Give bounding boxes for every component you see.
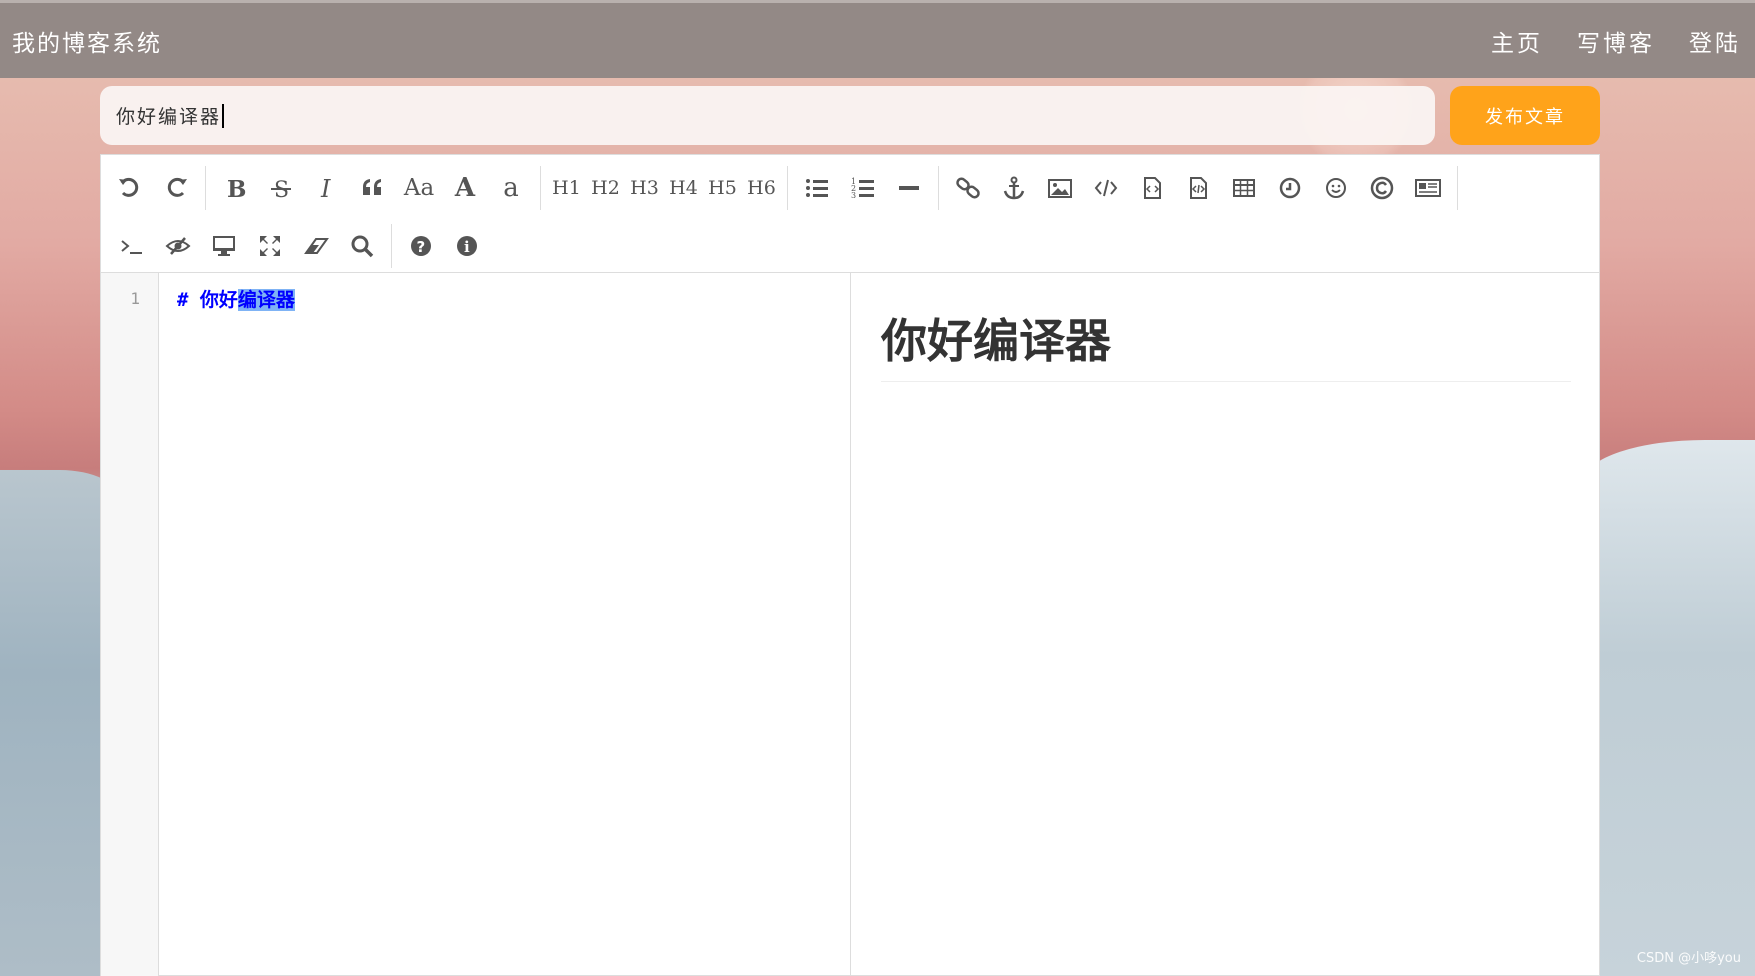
- watch-icon[interactable]: [201, 223, 247, 269]
- h5-label: H5: [708, 177, 737, 199]
- toolbar-separator: [787, 166, 788, 210]
- toolbar-separator: [1457, 166, 1458, 210]
- text-caret: [222, 103, 225, 128]
- font-upper-icon[interactable]: A: [442, 165, 488, 211]
- h4-label: H4: [669, 177, 698, 199]
- horizontal-rule-icon[interactable]: [886, 165, 932, 211]
- h3-label: H3: [630, 177, 659, 199]
- bold-icon[interactable]: B: [212, 165, 258, 211]
- uppercase-label: Aa: [403, 175, 435, 201]
- markdown-preview: 你好编译器: [851, 273, 1599, 976]
- svg-text:I: I: [320, 175, 331, 201]
- code-selected-text: 编译器: [237, 289, 295, 311]
- quote-icon[interactable]: [350, 165, 396, 211]
- toolbar-separator: [391, 224, 392, 268]
- italic-icon[interactable]: I: [304, 165, 350, 211]
- code-text: # 你好: [177, 289, 238, 311]
- search-icon[interactable]: [339, 223, 385, 269]
- code-line: # 你好编译器: [177, 285, 295, 312]
- code-block-icon[interactable]: [1129, 165, 1175, 211]
- toggle-preview-icon[interactable]: [155, 223, 201, 269]
- markdown-input-area[interactable]: # 你好编译器: [159, 273, 851, 976]
- link-icon[interactable]: [945, 165, 991, 211]
- editor-toolbar: B S I Aa Aa H1 H2 H3 H4 H5 H6 1 2 3 ? i: [101, 155, 1599, 273]
- nav-link-write-blog[interactable]: 写博客: [1577, 24, 1655, 58]
- datetime-icon[interactable]: [1267, 165, 1313, 211]
- nav-link-home[interactable]: 主页: [1491, 24, 1543, 58]
- font-lower-label: a: [503, 173, 519, 203]
- nav-link-login[interactable]: 登陆: [1689, 24, 1741, 58]
- h3-button[interactable]: H3: [625, 165, 664, 211]
- line-number: 1: [130, 289, 140, 308]
- emoji-icon[interactable]: [1313, 165, 1359, 211]
- svg-text:3: 3: [851, 191, 856, 200]
- ordered-list-icon[interactable]: 123: [840, 165, 886, 211]
- toolbar-row-2: ? i: [109, 217, 490, 275]
- table-icon[interactable]: [1221, 165, 1267, 211]
- info-icon[interactable]: i: [444, 223, 490, 269]
- h2-button[interactable]: H2: [586, 165, 625, 211]
- font-upper-label: A: [454, 173, 476, 203]
- h2-label: H2: [591, 177, 620, 199]
- article-title-value: 你好编译器: [116, 106, 222, 128]
- terminal-icon[interactable]: [109, 223, 155, 269]
- anchor-icon[interactable]: [991, 165, 1037, 211]
- code-icon[interactable]: [1083, 165, 1129, 211]
- h1-label: H1: [552, 177, 581, 199]
- h6-button[interactable]: H6: [742, 165, 781, 211]
- brand-title: 我的博客系统: [12, 31, 162, 57]
- toolbar-separator: [205, 166, 206, 210]
- font-lower-icon[interactable]: a: [488, 165, 534, 211]
- h1-button[interactable]: H1: [547, 165, 586, 211]
- help-icon[interactable]: ?: [398, 223, 444, 269]
- h5-button[interactable]: H5: [703, 165, 742, 211]
- svg-text:?: ?: [417, 238, 426, 256]
- preformatted-icon[interactable]: [1175, 165, 1221, 211]
- nav-links: 主页 写博客 登陆: [1491, 24, 1741, 58]
- toolbar-row-1: B S I Aa Aa H1 H2 H3 H4 H5 H6 1 2 3: [107, 159, 1464, 217]
- pagebreak-icon[interactable]: [1405, 165, 1451, 211]
- toolbar-separator: [540, 166, 541, 210]
- publish-article-button[interactable]: 发布文章: [1450, 86, 1600, 145]
- article-title-input[interactable]: 你好编译器: [100, 86, 1435, 145]
- image-icon[interactable]: [1037, 165, 1083, 211]
- svg-text:B: B: [227, 176, 246, 201]
- fullscreen-icon[interactable]: [247, 223, 293, 269]
- background-dune-right: [1585, 440, 1755, 976]
- navbar: 我的博客系统 主页 写博客 登陆: [0, 0, 1755, 78]
- svg-text:i: i: [464, 238, 470, 256]
- h6-label: H6: [747, 177, 776, 199]
- strikethrough-icon[interactable]: S: [258, 165, 304, 211]
- undo-icon[interactable]: [107, 165, 153, 211]
- h4-button[interactable]: H4: [664, 165, 703, 211]
- line-number-gutter: 1: [101, 273, 159, 976]
- toolbar-separator: [938, 166, 939, 210]
- unordered-list-icon[interactable]: [794, 165, 840, 211]
- clear-icon[interactable]: [293, 223, 339, 269]
- watermark: CSDN @小哆you: [1636, 951, 1741, 966]
- uppercase-icon[interactable]: Aa: [396, 165, 442, 211]
- redo-icon[interactable]: [153, 165, 199, 211]
- html-entities-icon[interactable]: [1359, 165, 1405, 211]
- preview-heading: 你好编译器: [881, 305, 1571, 382]
- markdown-editor: B S I Aa Aa H1 H2 H3 H4 H5 H6 1 2 3 ? i 1 # 你好编译器 你好编译…: [100, 154, 1600, 976]
